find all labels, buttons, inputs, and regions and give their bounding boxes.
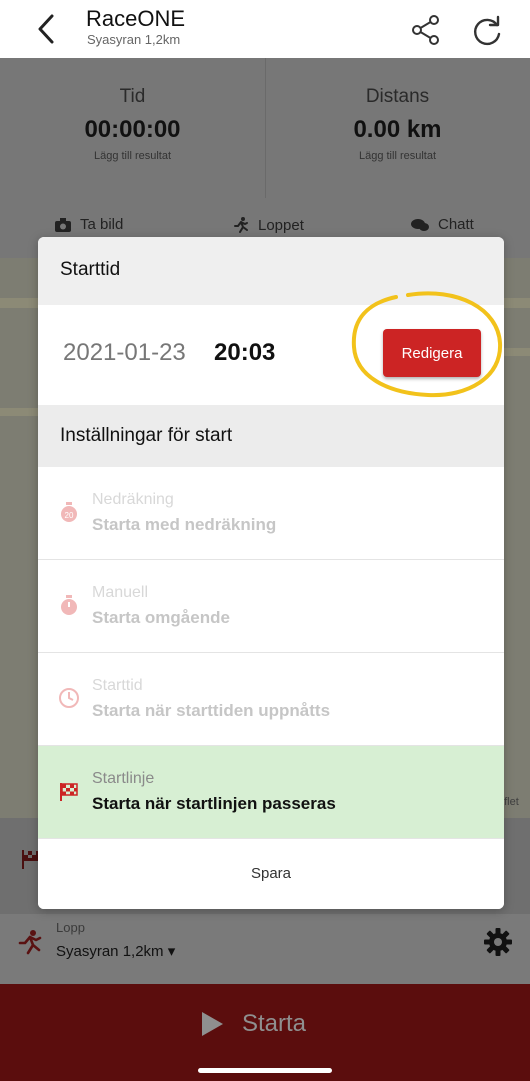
distance-label: Distans [365, 86, 430, 107]
settings-title: Inställningar för start [60, 425, 233, 446]
option-description: Starta med nedräkning [92, 515, 277, 534]
time-value: 00:00:00 [84, 116, 181, 143]
start-button-label: Starta [242, 1010, 307, 1037]
option-description: Starta när startlinjen passeras [92, 794, 336, 813]
option-start-line[interactable]: Startlinje Starta när startlinjen passer… [38, 746, 504, 839]
countdown-icon: 20 [61, 502, 77, 522]
distance-add-result: Lägg till resultat [358, 150, 437, 162]
distance-stat[interactable]: Distans 0.00 km Lägg till resultat [265, 86, 530, 162]
clock-icon [59, 688, 79, 708]
app-subtitle: Syasyran 1,2km [87, 32, 181, 47]
tab-camera-label: Ta bild [80, 216, 124, 233]
option-manual[interactable]: Manuell Starta omgående [38, 560, 504, 653]
stats-divider [265, 58, 266, 198]
map-road [504, 348, 530, 356]
top-bar: RaceONE Syasyran 1,2km [0, 0, 530, 58]
runner-icon [18, 930, 42, 955]
stopwatch-icon [61, 595, 77, 615]
checkered-flag-icon [60, 783, 78, 801]
start-date: 2021-01-23 [63, 339, 186, 366]
play-icon [202, 1012, 223, 1036]
time-add-result: Lägg till resultat [93, 150, 172, 162]
modal-title: Starttid [60, 259, 121, 280]
camera-icon [55, 217, 71, 232]
tab-race-label: Loppet [258, 216, 304, 234]
map-road [0, 408, 40, 416]
option-description: Starta omgående [92, 608, 230, 627]
option-title: Nedräkning [92, 491, 174, 508]
time-stat[interactable]: Tid 00:00:00 Lägg till resultat [0, 86, 265, 162]
option-countdown[interactable]: 20 Nedräkning Starta med nedräkning [38, 467, 504, 560]
option-title: Starttid [92, 677, 143, 694]
start-time-modal: Starttid 2021-01-23 20:03 Redigera Instä… [38, 237, 504, 909]
svg-text:20: 20 [65, 511, 74, 520]
app-title: RaceONE [86, 6, 186, 31]
option-title: Startlinje [92, 770, 155, 787]
time-label: Tid [119, 86, 146, 107]
option-start-time[interactable]: Starttid Starta när starttiden uppnåtts [38, 653, 504, 746]
highlight-circle [351, 291, 503, 398]
tab-chat[interactable]: Chatt [410, 216, 474, 233]
runner-icon [234, 217, 248, 233]
option-description: Starta när starttiden uppnåtts [92, 701, 331, 720]
back-arrow-icon[interactable] [30, 12, 64, 46]
tab-camera[interactable]: Ta bild [54, 216, 123, 233]
save-button[interactable]: Spara [38, 839, 504, 909]
start-button[interactable]: Starta [200, 1010, 306, 1038]
home-indicator[interactable] [198, 1068, 332, 1073]
race-dropdown[interactable]: Syasyran 1,2km ▾ [56, 942, 175, 960]
distance-value: 0.00 km [353, 116, 442, 143]
settings-header: Inställningar för start [38, 405, 504, 467]
save-button-label: Spara [250, 865, 292, 882]
chat-icon [411, 218, 429, 231]
start-time: 20:03 [214, 339, 276, 366]
refresh-icon[interactable] [470, 14, 504, 48]
race-label: Lopp [56, 920, 85, 935]
tab-chat-label: Chatt [438, 216, 474, 233]
option-title: Manuell [92, 584, 149, 601]
gear-icon[interactable] [482, 926, 514, 958]
tab-race[interactable]: Loppet [232, 216, 304, 234]
share-icon[interactable] [410, 14, 442, 46]
